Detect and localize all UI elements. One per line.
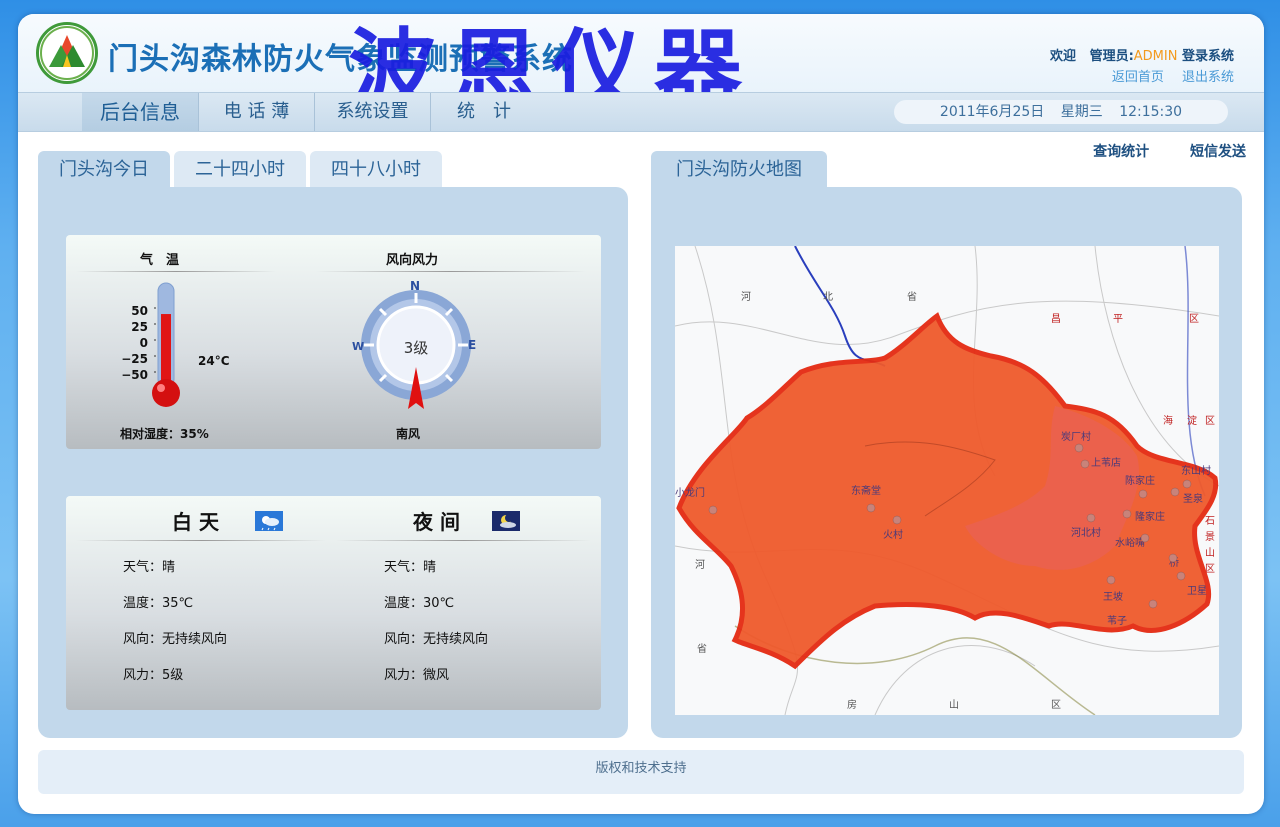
scale-neg25: −25 (121, 352, 148, 366)
map-place-label: 王坡 (1103, 590, 1123, 603)
map-place-label: 陈家庄 (1125, 474, 1155, 487)
map-letter: 平 (1113, 314, 1123, 325)
map-letter: 海 (1163, 414, 1173, 427)
map-letter: 淀 (1187, 414, 1197, 427)
header: 门头沟森林防火气象监测预警系统 波恩仪器 欢迎 管理员:ADMIN 登录系统 返… (18, 14, 1264, 122)
map-place-label: 东斋堂 (851, 484, 881, 497)
temp-value: 24°C (198, 354, 230, 368)
weekday-text: 星期三 (1060, 104, 1103, 120)
map-letter: 河 (695, 559, 705, 571)
home-link[interactable]: 返回首页 (1112, 70, 1164, 85)
map-place-label: 东山村 (1181, 464, 1211, 477)
divider (76, 540, 326, 541)
map-place-label: 小龙门 (675, 486, 705, 499)
map-letter: 省 (697, 642, 707, 655)
user-links: 返回首页 退出系统 (1098, 66, 1234, 85)
map-place-label: 苇子 (1107, 614, 1127, 627)
divider (76, 271, 276, 272)
map-letter: 省 (907, 290, 917, 303)
day-wind-dir: 风向：无持续风向 (123, 632, 228, 647)
role-label: 管理员: (1089, 49, 1134, 64)
footer: 版权和技术支持 (38, 750, 1244, 794)
tab-24h[interactable]: 二十四小时 (174, 151, 306, 187)
date-text: 2011年6月25日 (939, 104, 1045, 120)
temp-wind-card: 气 温 风向风力 50 25 0 −25 −50 24°C 相对湿度：35% N… (66, 235, 601, 449)
map-place-label: 火村 (883, 528, 903, 541)
logo (36, 22, 98, 84)
time-text: 12:15:30 (1119, 104, 1183, 120)
map-letter: 昌 (1051, 313, 1061, 325)
wind-level: 3级 (403, 339, 429, 357)
thermometer-icon (152, 282, 180, 407)
tab-fire-map[interactable]: 门头沟防火地图 (651, 151, 827, 187)
map-letter: 区 (1051, 699, 1061, 711)
top-links: 查询统计 短信发送 (1057, 141, 1246, 161)
nav-item-phonebook[interactable]: 电 话 薄 (199, 93, 315, 131)
wind-title: 风向风力 (386, 253, 439, 268)
night-weather-icon (492, 511, 520, 531)
map-letter: 区 (1189, 313, 1199, 325)
night-temp: 温度：30℃ (384, 596, 455, 611)
map-canvas: 河 北 省 昌 平 区 海 淀 区 石 景 山 区 房 山 区 河 省 小龙门 … (675, 246, 1219, 715)
fire-risk-map[interactable]: 河 北 省 昌 平 区 海 淀 区 石 景 山 区 房 山 区 河 省 小龙门 … (675, 246, 1219, 715)
tab-today[interactable]: 门头沟今日 (38, 151, 170, 187)
compass-n-label: N (410, 279, 421, 293)
map-place-label: 炭厂村 (1061, 430, 1091, 443)
sms-send-link[interactable]: 短信发送 (1190, 144, 1246, 160)
compass-w-label: W (352, 340, 365, 353)
nav-item-settings[interactable]: 系统设置 (315, 93, 431, 131)
datetime-display: 2011年6月25日 星期三 12:15:30 (894, 100, 1228, 124)
main-nav: 后台信息 电 话 薄 系统设置 统 计 2011年6月25日 星期三 12:15… (18, 92, 1264, 132)
username: ADMIN (1133, 49, 1178, 64)
day-night-card: 白 天 夜 间 天气：晴 温度：35℃ 风向：无持续风向 风力：5级 天气：晴 … (66, 496, 601, 710)
compass-e-label: E (468, 338, 477, 352)
map-letter: 石 (1205, 516, 1215, 527)
map-place-label: 河北村 (1071, 526, 1101, 539)
map-letter: 山 (949, 699, 959, 711)
map-letter: 河 (741, 291, 751, 303)
map-letter: 房 (847, 698, 857, 711)
scale-50: 50 (131, 304, 148, 318)
day-wind-force: 风力：5级 (123, 668, 184, 683)
map-place-label: 水峪嘴 (1115, 537, 1145, 549)
user-info: 欢迎 管理员:ADMIN 登录系统 (1050, 45, 1234, 64)
night-title: 夜 间 (413, 510, 460, 534)
tab-48h[interactable]: 四十八小时 (310, 151, 442, 187)
wind-direction: 南风 (396, 427, 421, 441)
day-temp: 温度：35℃ (123, 596, 194, 611)
night-weather: 天气：晴 (384, 560, 437, 575)
logout-link[interactable]: 退出系统 (1182, 70, 1234, 85)
nav-item-stats[interactable]: 统 计 (431, 93, 537, 131)
today-panel: 气 温 风向风力 50 25 0 −25 −50 24°C 相对湿度：35% N… (38, 187, 628, 738)
scale-0: 0 (139, 336, 148, 350)
map-place-label: 卫星 (1187, 585, 1207, 597)
scale-neg50: −50 (121, 368, 148, 382)
map-letter: 山 (1205, 547, 1215, 559)
map-letter: 区 (1205, 415, 1215, 427)
login-suffix: 登录系统 (1181, 49, 1234, 64)
map-letter: 景 (1205, 531, 1215, 543)
divider (336, 540, 591, 541)
nav-item-backend[interactable]: 后台信息 (82, 93, 199, 131)
welcome-text: 欢迎 (1049, 49, 1076, 64)
map-place-label: 隆家庄 (1135, 510, 1165, 523)
day-weather-icon (255, 511, 283, 531)
divider (316, 271, 586, 272)
app-frame: 门头沟森林防火气象监测预警系统 波恩仪器 欢迎 管理员:ADMIN 登录系统 返… (18, 14, 1264, 814)
map-place-label: 上苇店 (1091, 456, 1121, 469)
map-letter: 北 (823, 291, 833, 303)
query-stats-link[interactable]: 查询统计 (1093, 144, 1149, 160)
temp-title: 气 温 (140, 253, 180, 268)
scale-25: 25 (131, 320, 148, 334)
forest-logo-icon (40, 26, 94, 80)
map-place-label: 圣泉 (1183, 492, 1203, 505)
day-title: 白 天 (172, 510, 219, 534)
day-weather: 天气：晴 (123, 560, 176, 575)
night-wind-dir: 风向：无持续风向 (384, 632, 489, 647)
night-wind-force: 风力：微风 (384, 668, 450, 683)
humidity-text: 相对湿度：35% (120, 427, 209, 441)
